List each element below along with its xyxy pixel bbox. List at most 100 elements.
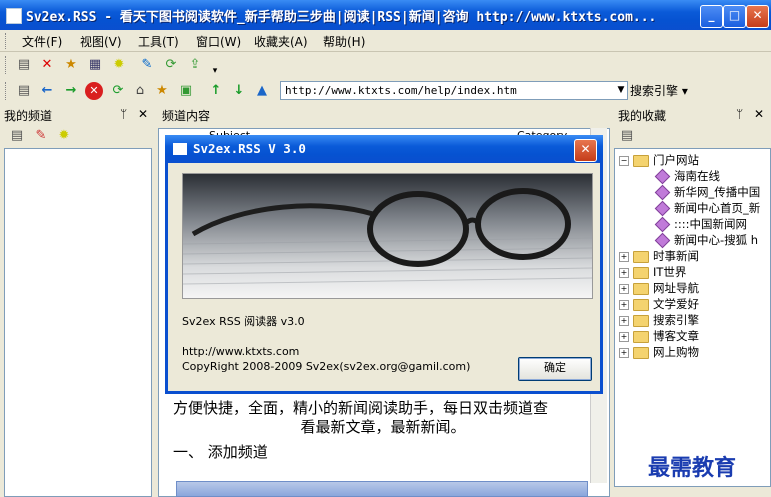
page-icon[interactable]: ▤ [15,82,33,100]
tree-item-link[interactable]: ::::中国新闻网 [654,216,747,233]
calendar-icon[interactable]: ▦ [86,56,104,74]
tree-item-link[interactable]: 新闻中心首页_新 [654,200,761,217]
channel-edit-icon[interactable]: ✎ [32,127,50,145]
favorites-add-icon[interactable]: ▤ [618,127,636,145]
back-arrow-icon[interactable]: ← [38,82,56,100]
address-dropdown-icon[interactable]: ▼ [614,82,628,99]
toolbar-main: ▤ ✕ ★ ▦ ✹ ✎ ⟳ ⇪ ▾ [0,52,771,78]
dialog-product-name: Sv2ex RSS 阅读器 v3.0 [182,315,305,328]
tree-label: 网上购物 [653,345,699,359]
pin-icon[interactable]: ᛘ [736,107,743,121]
star-icon[interactable]: ★ [62,56,80,74]
collapse-icon[interactable]: − [619,155,629,166]
tree-item-link[interactable]: 新华网_传播中国 [654,184,760,201]
pin-icon[interactable]: ᛘ [120,107,127,121]
watermark-text: 最需教育 [648,455,737,481]
tree-item-link[interactable]: 新闻中心-搜狐 h [654,232,759,249]
channel-add-icon[interactable]: ▤ [8,127,26,145]
dialog-titlebar[interactable]: Sv2ex.RSS V 3.0 ✕ [165,135,603,163]
search-engine-dropdown[interactable]: 搜索引擎 ▾ [630,81,694,100]
address-input[interactable]: http://www.ktxts.com/help/index.htm [280,81,628,100]
tree-folder[interactable]: + 搜索引擎 [619,312,699,328]
menu-help[interactable]: 帮助(H) [323,33,365,50]
expand-icon[interactable]: + [619,347,629,358]
tree-label: ::::中国新闻网 [674,217,747,231]
tree-label: 时事新闻 [653,249,699,263]
expand-icon[interactable]: + [619,299,629,310]
channel-settings-icon[interactable]: ✹ [55,127,73,145]
channel-list[interactable] [4,148,152,497]
close-button[interactable]: ✕ [746,5,769,28]
toolbar-grip[interactable] [5,82,9,100]
maximize-button[interactable]: □ [723,5,746,28]
ok-button[interactable]: 确定 [518,357,592,381]
window-titlebar[interactable]: Sv2ex.RSS - 看天下图书阅读软件_新手帮助三步曲|阅读|RSS|新闻|… [0,0,771,30]
link-icon [654,200,671,217]
toolbar-grip[interactable] [5,56,9,74]
refresh-icon[interactable]: ⟳ [162,56,180,74]
menu-view[interactable]: 视图(V) [80,33,122,50]
favorites-star-icon[interactable]: ★ [153,82,171,100]
new-document-icon[interactable]: ▤ [15,56,33,74]
about-dialog: Sv2ex.RSS V 3.0 ✕ Sv2ex RSS 阅读器 v3.0 htt… [165,135,603,394]
up-arrow-icon[interactable]: ↑ [207,82,225,100]
tree-folder[interactable]: + 文学爱好 [619,296,699,312]
tree-folder[interactable]: + 网址导航 [619,280,699,296]
pane-close-icon[interactable]: ✕ [138,107,148,121]
history-icon[interactable]: ▣ [177,82,195,100]
folder-icon [633,282,649,295]
pane-close-icon[interactable]: ✕ [754,107,764,121]
tree-label: 门户网站 [653,153,699,167]
reload-icon[interactable]: ⟳ [109,82,127,100]
dialog-url: http://www.ktxts.com [182,345,300,358]
menu-window[interactable]: 窗口(W) [196,33,241,50]
menubar-grip[interactable] [5,33,9,49]
expand-icon[interactable]: + [619,267,629,278]
folder-icon [633,346,649,359]
tree-folder-portal[interactable]: − 门户网站 [619,152,699,168]
expand-icon[interactable]: + [619,331,629,342]
left-pane-title: 我的频道 [4,109,53,123]
menu-favorites[interactable]: 收藏夹(A) [254,33,308,50]
dialog-close-button[interactable]: ✕ [574,139,597,162]
left-pane-header: 我的频道 ᛘ ✕ [0,105,156,125]
home-icon[interactable]: ⌂ [131,82,149,100]
forward-arrow-icon[interactable]: → [62,82,80,100]
tree-label: 搜索引擎 [653,313,699,327]
content-horizontal-scrollbar[interactable] [176,481,588,497]
down-arrow-icon[interactable]: ↓ [230,82,248,100]
print-icon[interactable]: ▲ [253,82,271,100]
expand-icon[interactable]: + [619,315,629,326]
middle-pane-header: 频道内容 [158,105,612,125]
glasses-illustration [183,174,592,298]
tree-label: 海南在线 [674,169,720,183]
favorites-tree[interactable]: − 门户网站 海南在线 新华网_传播中国 新闻中心首页_新 ::::中国新闻网 新… [614,148,771,487]
minimize-button[interactable]: _ [700,5,723,28]
right-pane-header: 我的收藏 ᛘ ✕ [614,105,771,125]
link-icon [654,168,671,185]
delete-icon[interactable]: ✕ [38,56,56,74]
menu-file[interactable]: 文件(F) [22,33,62,50]
search-engine-label: 搜索引擎 [630,84,679,98]
menu-tools[interactable]: 工具(T) [138,33,179,50]
export-icon[interactable]: ⇪ [186,56,204,74]
expand-icon[interactable]: + [619,283,629,294]
tree-label: 新闻中心首页_新 [674,201,761,215]
tree-folder[interactable]: + 时事新闻 [619,248,699,264]
article-line-1: 方便快捷，全面，精小的新闻阅读助手，每日双击频道查 [173,399,549,417]
middle-pane-title: 频道内容 [162,109,211,123]
tree-item-link[interactable]: 海南在线 [654,168,720,185]
tree-folder[interactable]: + IT世界 [619,264,686,280]
menu-bar: 文件(F) 视图(V) 工具(T) 窗口(W) 收藏夹(A) 帮助(H) [0,30,771,52]
stop-icon[interactable]: ✕ [85,82,103,100]
window-title: Sv2ex.RSS - 看天下图书阅读软件_新手帮助三步曲|阅读|RSS|新闻|… [26,10,657,25]
folder-icon [633,250,649,263]
folder-open-icon [633,154,649,167]
edit-icon[interactable]: ✎ [138,56,156,74]
expand-icon[interactable]: + [619,251,629,262]
article-text: 方便快捷，全面，精小的新闻阅读助手，每日双击频道查 看最新文章，最新新闻。 一、… [173,399,593,462]
tree-folder[interactable]: + 网上购物 [619,344,699,360]
tree-label: 新闻中心-搜狐 h [674,233,759,247]
settings-gear-icon[interactable]: ✹ [110,56,128,74]
tree-folder[interactable]: + 博客文章 [619,328,699,344]
